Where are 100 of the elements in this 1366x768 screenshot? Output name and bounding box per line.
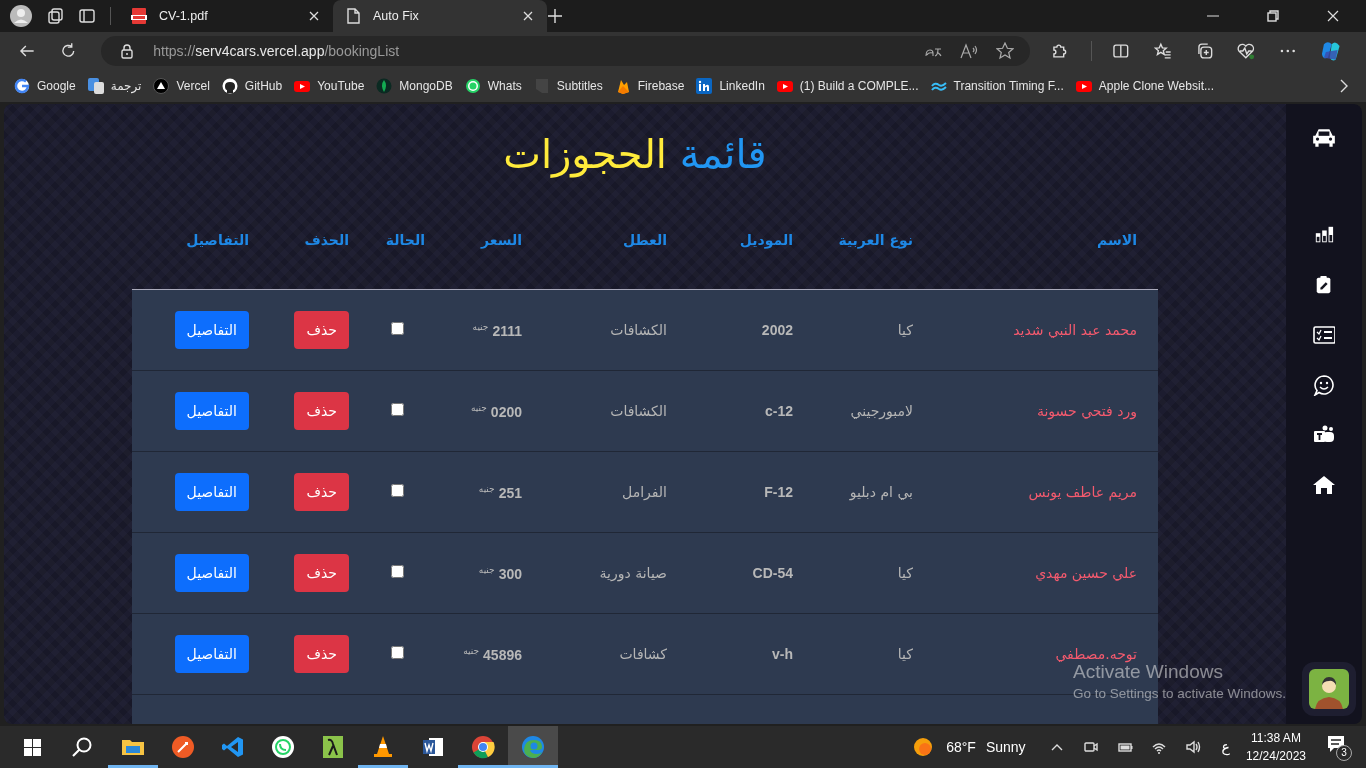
checklist-icon[interactable] (1313, 323, 1335, 346)
bookmark-link[interactable]: Transition Timing F... (930, 77, 1064, 94)
table-cell: مريم عاطف يونس (1028, 484, 1137, 501)
bookmark-link[interactable]: Whats (464, 77, 522, 94)
details-button[interactable]: التفاصيل (174, 635, 249, 674)
table-cell: CD-54 (752, 565, 793, 582)
site-icon (464, 77, 481, 94)
avatar-icon (1309, 668, 1349, 709)
table-cell: لامبورجيني (850, 403, 913, 420)
bookmark-link[interactable]: Firebase (614, 77, 685, 94)
table-cell: الكشافات (610, 322, 667, 339)
table-cell: كيا (897, 646, 913, 663)
copilot-icon[interactable] (1320, 39, 1342, 62)
bookmark-link[interactable]: Subtitles (533, 77, 603, 94)
chat-icon (271, 735, 295, 759)
site-icon (153, 77, 170, 94)
traffic-cone-icon (371, 735, 395, 759)
new-tab-icon[interactable] (547, 8, 563, 24)
column-header: الحالة (385, 231, 425, 248)
collections-icon[interactable] (1195, 41, 1214, 60)
document-icon (421, 735, 445, 759)
chat-smile-icon[interactable] (1313, 373, 1335, 396)
table-cell: كيا (897, 565, 913, 582)
split-screen-icon[interactable] (1112, 41, 1130, 60)
bookmark-link[interactable]: MongoDB (376, 77, 453, 94)
page-icon (345, 8, 361, 24)
bookmark-link[interactable]: LinkedIn (696, 77, 765, 94)
table-cell: كيا (897, 322, 913, 339)
restore-icon[interactable] (1266, 9, 1280, 23)
edge-icon (521, 735, 545, 759)
browser-tab[interactable]: Auto Fix (333, 0, 547, 32)
browser-icon (471, 735, 495, 759)
avatar-button[interactable] (1302, 661, 1356, 716)
activation-hint: Go to Settings to activate Windows. (1073, 685, 1287, 702)
status-checkbox[interactable] (391, 484, 404, 498)
site-icon (696, 77, 713, 94)
table-cell: 2002 (761, 322, 793, 339)
table-cell: صيانة دورية (599, 565, 667, 582)
delete-button[interactable]: حذف (294, 635, 349, 674)
bookmark-link[interactable]: ترجمة (87, 77, 142, 94)
tab-actions-icon[interactable] (78, 7, 96, 25)
status-checkbox[interactable] (391, 646, 404, 660)
table-cell: 300 (498, 565, 522, 582)
close-icon[interactable] (521, 9, 535, 23)
column-header: الاسم (1097, 231, 1137, 248)
volume-icon[interactable] (1184, 739, 1201, 755)
details-button[interactable]: التفاصيل (174, 554, 249, 593)
camera-icon[interactable] (1082, 739, 1099, 755)
table-cell: توحه.مصطفي (1055, 646, 1137, 663)
bookmark-link[interactable]: YouTube (294, 77, 365, 94)
bookmark-link[interactable]: (1) Build a COMPLE... (776, 77, 919, 94)
code-editor-icon (221, 735, 245, 759)
read-aloud-icon[interactable] (959, 42, 978, 59)
url-text: https://serv4cars.vercel.app/bookingList (153, 42, 400, 59)
favorites-icon[interactable] (1153, 41, 1172, 60)
table-cell: محمد عبد النبي شديد (1013, 322, 1137, 339)
workspaces-icon[interactable] (46, 7, 64, 25)
language-indicator[interactable]: ع (1221, 739, 1230, 755)
weather-text: Sunny (985, 739, 1026, 755)
currency-label: جنيه (471, 402, 487, 413)
delete-button[interactable]: حذف (294, 311, 349, 350)
currency-label: جنيه (472, 321, 489, 332)
profile-icon[interactable] (10, 5, 32, 27)
currency-label: جنيه (463, 645, 480, 656)
close-icon[interactable] (1326, 9, 1340, 23)
notifications-button[interactable]: 3 (1324, 732, 1354, 762)
table-cell: علي حسين مهدي (1035, 565, 1137, 582)
bookmark-link[interactable]: Apple Clone Websit... (1075, 77, 1214, 94)
details-button[interactable]: التفاصيل (174, 392, 249, 431)
notification-count: 3 (1336, 745, 1352, 761)
lock-icon (119, 42, 136, 59)
browser-tab[interactable]: CV-1.pdf (119, 0, 333, 32)
delete-button[interactable]: حذف (294, 392, 349, 431)
bookmark-link[interactable]: GitHub (221, 77, 283, 94)
table-cell: c-12 (764, 403, 793, 420)
details-button[interactable]: التفاصيل (174, 311, 249, 350)
health-icon[interactable] (1237, 41, 1255, 60)
delete-button[interactable]: حذف (294, 554, 349, 593)
status-checkbox[interactable] (391, 322, 404, 336)
pdf-icon (131, 8, 147, 24)
home-icon[interactable] (1313, 473, 1335, 496)
status-checkbox[interactable] (391, 565, 404, 579)
search-icon[interactable] (72, 737, 92, 757)
bookmark-link[interactable]: Vercel (153, 77, 210, 94)
table-cell: v-h (772, 646, 793, 663)
column-header: نوع العربية (838, 231, 913, 248)
close-icon[interactable] (307, 9, 321, 23)
clock[interactable]: 11:38 AM 12/24/2023 (1245, 729, 1306, 765)
bar-chart-icon[interactable] (1314, 224, 1334, 245)
address-field[interactable]: https://serv4cars.vercel.app/bookingList (101, 35, 1030, 66)
windows-start-icon[interactable] (24, 738, 41, 756)
site-icon (87, 77, 104, 94)
sun-icon[interactable] (913, 737, 934, 757)
details-button[interactable]: التفاصيل (174, 473, 249, 512)
status-checkbox[interactable] (391, 403, 404, 417)
table-cell: الكشافات (610, 403, 667, 420)
site-icon (221, 77, 238, 94)
star-icon[interactable] (995, 41, 1014, 60)
delete-button[interactable]: حذف (294, 473, 349, 512)
bookmark-link[interactable]: Google (14, 77, 76, 94)
